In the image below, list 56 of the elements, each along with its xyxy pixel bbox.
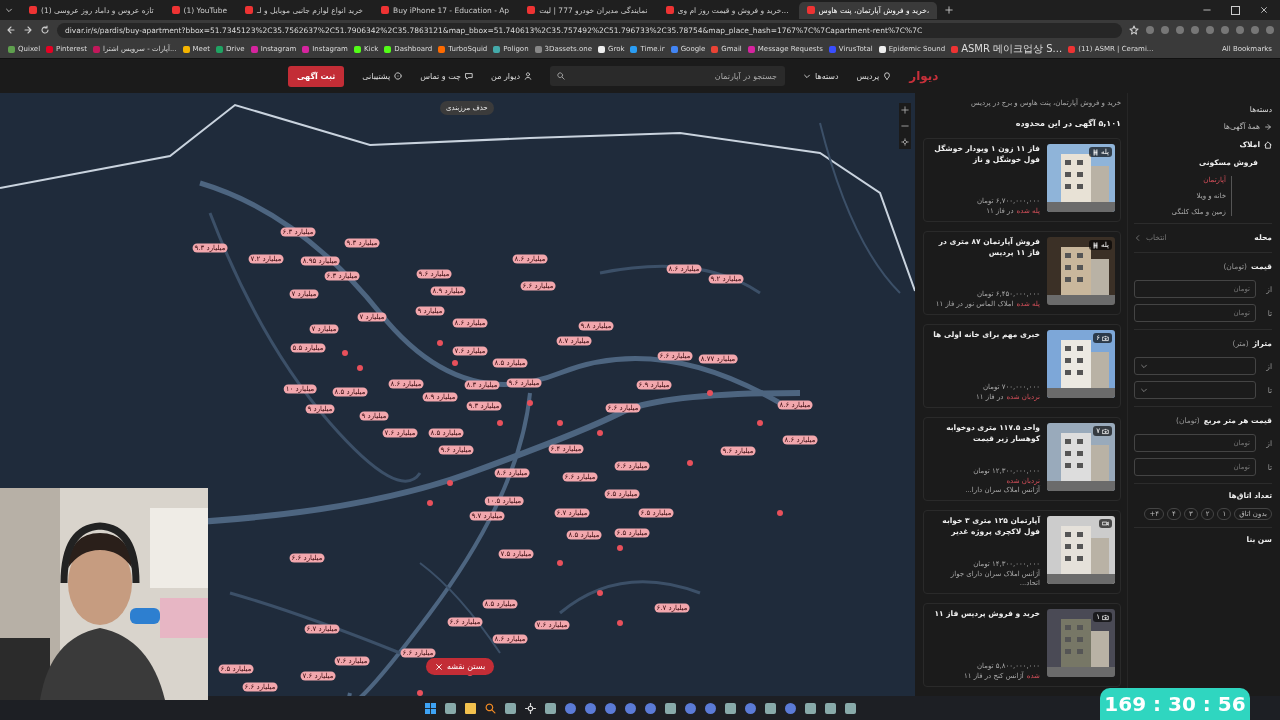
camera-icon [1102,613,1109,621]
post-ad-button[interactable]: ثبت آگهی [288,65,345,87]
chat-icon [465,72,474,80]
timer-display: 169 : 30 : 56 [1100,688,1250,720]
search-icon[interactable] [484,703,496,714]
star-icon[interactable] [1129,25,1139,35]
camera-icon [1102,334,1109,342]
maximize-icon[interactable] [1231,5,1240,15]
windows-start-icon[interactable] [424,703,436,714]
folder-icon[interactable] [464,703,476,714]
nav-link[interactable]: چت و تماس [420,71,474,81]
results-count: ۵,۱۰۱ آگهی در این محدوده [1014,119,1121,128]
arrow-icon [1264,122,1272,131]
app-icon[interactable] [644,703,656,714]
nav-link[interactable]: دیوار من [491,71,532,81]
video-icon [1102,520,1109,527]
categories-dropdown[interactable]: دسته‌ها [803,71,839,81]
camera-icon [1102,427,1109,435]
chevron-icon [1140,362,1148,370]
search-field[interactable]: جستجو در آپارتمان [550,66,785,86]
app-icon[interactable] [764,703,776,714]
app-icon[interactable] [664,703,676,714]
chevron-icon [1134,233,1142,242]
location-pin-icon [883,72,892,80]
reload-icon[interactable] [40,25,50,35]
close-icon[interactable] [1260,6,1268,14]
new-tab-icon[interactable] [945,6,954,14]
forward-icon[interactable] [23,25,33,35]
app-icon[interactable] [444,703,456,714]
chevron-icon [803,72,811,80]
ladder-icon [1091,148,1099,156]
city-selector[interactable]: پردیس [856,71,892,81]
app-icon[interactable] [544,703,556,714]
nav-link[interactable]: پشتیبانی [362,71,403,81]
help-icon [394,72,403,80]
app-icon[interactable] [504,703,516,714]
app-icon[interactable] [724,703,736,714]
app-icon[interactable] [844,703,856,714]
app-icon[interactable] [564,703,576,714]
user-icon [524,72,532,80]
house-icon [1264,140,1272,149]
app-icon[interactable] [624,703,636,714]
ladder-icon [1091,241,1099,249]
app-icon[interactable] [804,703,816,714]
app-icon[interactable] [584,703,596,714]
app-icon[interactable] [784,703,796,714]
chevron-icon [1140,386,1148,394]
app-icon[interactable] [824,703,836,714]
app-icon[interactable] [744,703,756,714]
app-icon[interactable] [704,703,716,714]
app-icon[interactable] [604,703,616,714]
app-icon[interactable] [684,703,696,714]
bookmark-link[interactable]: ASMR 메이크업상 S... [951,42,1063,56]
minimize-icon[interactable] [1203,6,1211,14]
tab-search-icon[interactable] [5,6,13,14]
back-icon[interactable] [6,25,16,35]
